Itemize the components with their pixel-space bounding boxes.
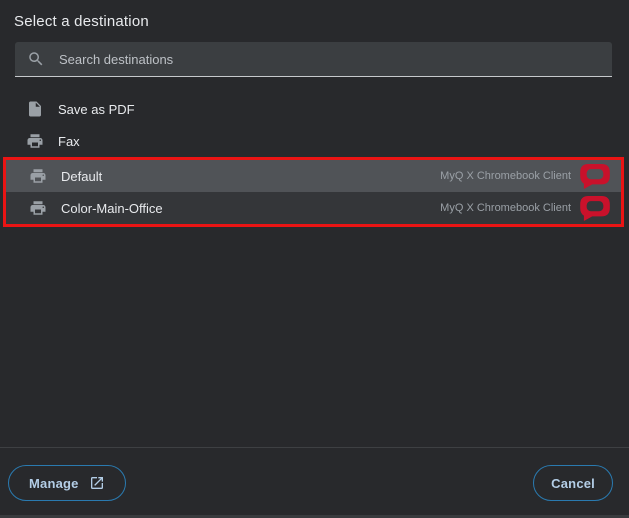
myq-logo-icon <box>580 164 610 189</box>
page-title: Select a destination <box>0 0 629 42</box>
destination-list: Save as PDF Fax Default MyQ X Chromebook… <box>0 93 629 227</box>
search-input[interactable] <box>57 51 602 68</box>
cancel-button-label: Cancel <box>551 476 595 491</box>
search-icon <box>27 50 45 68</box>
printer-icon <box>28 167 48 185</box>
search-bar[interactable] <box>15 42 612 77</box>
document-icon <box>25 100 45 118</box>
destination-label: Color-Main-Office <box>61 201 163 216</box>
destination-color-main-office[interactable]: Color-Main-Office MyQ X Chromebook Clien… <box>6 192 621 224</box>
print-destination-dialog: { "dialog": { "title": "Select a destina… <box>0 0 629 518</box>
destination-fax[interactable]: Fax <box>0 125 629 157</box>
printer-icon <box>28 199 48 217</box>
extension-name: MyQ X Chromebook Client <box>440 202 571 214</box>
destination-label: Default <box>61 169 102 184</box>
footer: Manage Cancel <box>0 448 629 518</box>
manage-button-label: Manage <box>29 476 79 491</box>
destination-default[interactable]: Default MyQ X Chromebook Client <box>6 160 621 192</box>
manage-button[interactable]: Manage <box>8 465 126 501</box>
printer-icon <box>25 132 45 150</box>
open-in-new-icon <box>89 475 105 491</box>
empty-area <box>0 227 629 447</box>
myq-logo-icon <box>580 196 610 221</box>
extension-name: MyQ X Chromebook Client <box>440 170 571 182</box>
destination-save-as-pdf[interactable]: Save as PDF <box>0 93 629 125</box>
cancel-button[interactable]: Cancel <box>533 465 613 501</box>
destination-label: Fax <box>58 134 80 149</box>
destination-label: Save as PDF <box>58 102 135 117</box>
highlight-annotation-box: Default MyQ X Chromebook Client Color-Ma… <box>3 157 624 227</box>
